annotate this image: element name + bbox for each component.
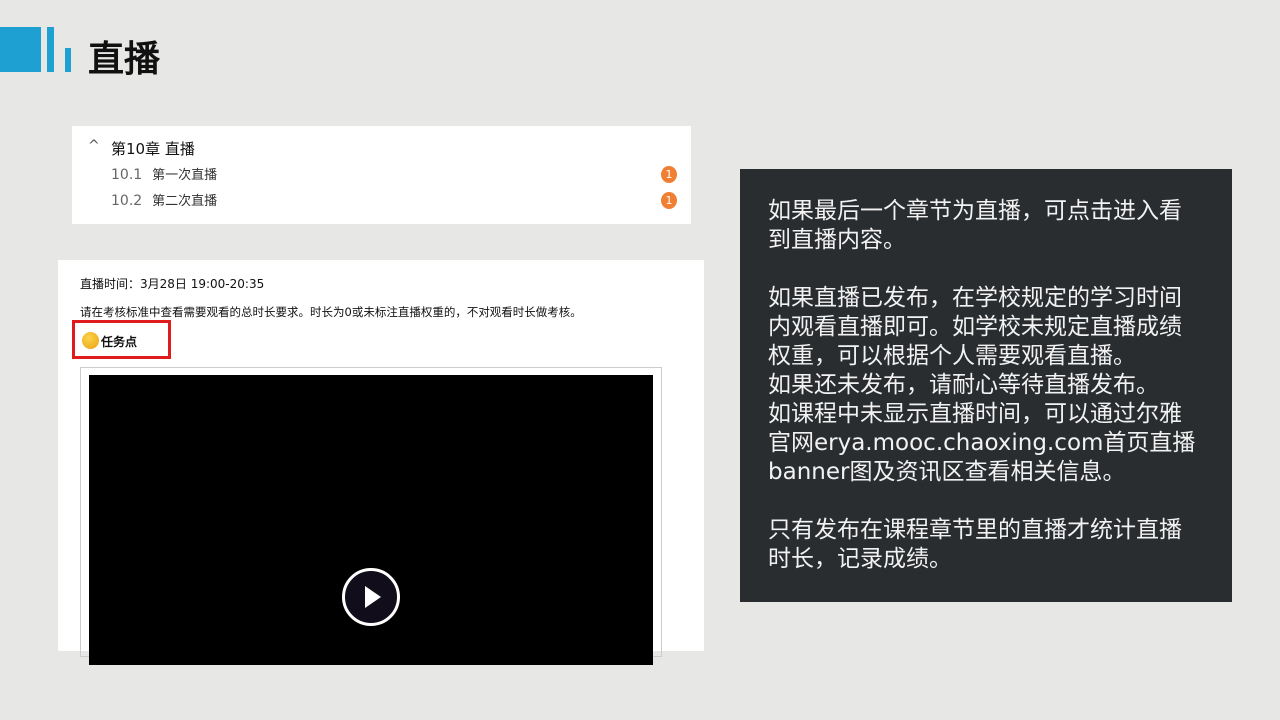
live-time: 直播时间：3月28日 19:00-20:35 — [80, 277, 265, 291]
task-count-badge: 1 — [661, 166, 677, 183]
title-accent-bar-short — [65, 48, 71, 72]
info-paragraph: 只有发布在课程章节里的直播才统计直播 时长，记录成绩。 — [768, 517, 1182, 572]
section-label: 第二次直播 — [152, 194, 218, 209]
task-point-highlight: 任务点 — [72, 320, 171, 359]
slide-title: 直播 — [88, 39, 161, 80]
chevron-up-icon[interactable]: ^ — [88, 138, 100, 154]
live-panel: 直播时间：3月28日 19:00-20:35 请在考核标准中查看需要观看的总时长… — [58, 260, 704, 665]
info-paragraph: 如果直播已发布，在学校规定的学习时间 内观看直播即可。如学校未规定直播成绩 权重… — [768, 285, 1196, 485]
task-point-icon — [82, 332, 99, 349]
chapter-panel: ^ 第10章 直播 10.1 第一次直播 1 10.2 第二次直播 1 — [72, 126, 691, 224]
section-item[interactable]: 10.1 第一次直播 — [111, 164, 217, 183]
assessment-note: 请在考核标准中查看需要观看的总时长要求。时长为0或未标注直播权重的，不对观看时长… — [80, 305, 582, 319]
title-accent-block — [0, 27, 41, 72]
section-number: 10.1 — [111, 167, 143, 183]
play-button[interactable] — [342, 568, 400, 626]
section-item[interactable]: 10.2 第二次直播 — [111, 190, 217, 209]
chapter-title[interactable]: 第10章 直播 — [111, 138, 195, 159]
task-count-badge: 1 — [661, 192, 677, 209]
info-paragraph: 如果最后一个章节为直播，可点击进入看 到直播内容。 — [768, 198, 1182, 253]
section-number: 10.2 — [111, 193, 143, 209]
info-box: 如果最后一个章节为直播，可点击进入看 到直播内容。 如果直播已发布，在学校规定的… — [740, 169, 1232, 602]
play-icon — [365, 586, 381, 608]
video-player-frame — [80, 367, 662, 665]
title-accent-bar — [47, 27, 54, 72]
task-point-label: 任务点 — [101, 335, 138, 349]
section-label: 第一次直播 — [152, 168, 218, 183]
video-player[interactable] — [89, 375, 653, 665]
